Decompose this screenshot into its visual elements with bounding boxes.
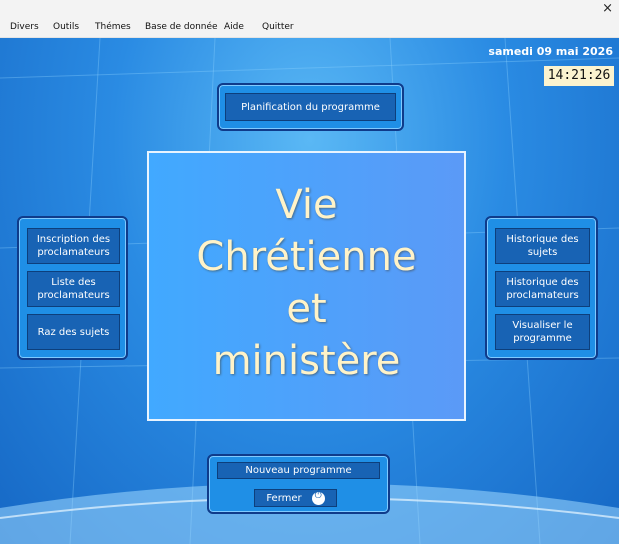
current-date: samedi 09 mai 2026 [488,45,613,58]
clock: 14:21:26 [544,66,614,86]
menu-outils[interactable]: Outils [53,22,79,32]
bottom-button-frame: Nouveau programme Fermer [207,454,390,514]
raz-sujets-button[interactable]: Raz des sujets [27,314,120,350]
left-button-panel: Inscription des proclamateurs Liste des … [17,216,128,360]
fermer-label: Fermer [266,492,302,504]
inscription-proclamateurs-button[interactable]: Inscription des proclamateurs [27,228,120,264]
menu-themes[interactable]: Thémes [95,22,131,32]
historique-proclamateurs-button[interactable]: Historique des proclamateurs [495,271,590,307]
top-button-frame: Planification du programme [217,83,404,131]
nouveau-programme-button[interactable]: Nouveau programme [217,462,380,479]
historique-sujets-button[interactable]: Historique des sujets [495,228,590,264]
close-window-button[interactable]: × [602,0,613,18]
main-title: Vie Chrétienne et ministère [196,182,417,384]
planification-button[interactable]: Planification du programme [225,93,396,121]
menu-quitter[interactable]: Quitter [262,22,294,32]
menu-base-de-donnee[interactable]: Base de donnée [145,22,218,32]
right-button-panel: Historique des sujets Historique des pro… [485,216,598,360]
menu-divers[interactable]: Divers [10,22,39,32]
power-icon [311,491,325,505]
menu-bar: Divers Outils Thémes Base de donnée Aide… [0,18,619,38]
title-bar: × [0,0,619,18]
main-area: samedi 09 mai 2026 14:21:26 Planificatio… [0,38,619,544]
title-panel: Vie Chrétienne et ministère [147,151,466,421]
liste-proclamateurs-button[interactable]: Liste des proclamateurs [27,271,120,307]
visualiser-programme-button[interactable]: Visualiser le programme [495,314,590,350]
menu-aide[interactable]: Aide [224,22,244,32]
fermer-button[interactable]: Fermer [254,489,337,507]
